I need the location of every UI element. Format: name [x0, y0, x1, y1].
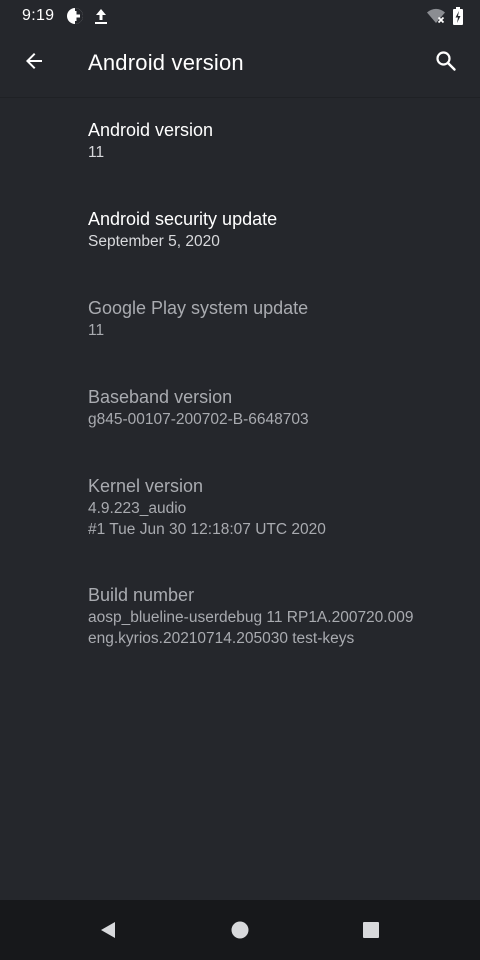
pref-summary: 11 [88, 144, 105, 161]
battery-charging-icon [452, 6, 464, 26]
back-triangle-icon [98, 920, 118, 940]
pref-summary: 11 [88, 322, 105, 339]
pref-android-version[interactable]: Android version 11 [88, 118, 468, 163]
pref-title: Baseband version [88, 387, 233, 407]
status-right-icons [426, 6, 464, 26]
pref-play-system-update: Google Play system update 11 [88, 296, 468, 341]
pref-title: Kernel version [88, 476, 204, 496]
back-button[interactable] [14, 41, 54, 81]
arrow-back-icon [22, 49, 46, 73]
data-saver-icon [66, 7, 84, 25]
status-left-icons [66, 7, 108, 25]
page-title: Android version [88, 50, 244, 75]
recents-square-icon [361, 920, 381, 940]
navigation-bar [0, 900, 480, 960]
pref-title: Build number [88, 585, 195, 605]
search-button[interactable] [426, 41, 466, 81]
pref-summary-line-2: eng.kyrios.20210714.205030 test-keys [88, 630, 355, 647]
screen: 9:19 Android version Android version 11 … [0, 0, 480, 960]
pref-kernel-version: Kernel version 4.9.223_audio #1 Tue Jun … [88, 474, 468, 540]
pref-baseband-version: Baseband version g845-00107-200702-B-664… [88, 385, 468, 430]
search-icon [434, 49, 458, 73]
status-bar: 9:19 [0, 0, 480, 32]
app-bar: Android version [0, 32, 480, 98]
pref-summary: September 5, 2020 [88, 233, 220, 250]
pref-summary-line-1: 4.9.223_audio [88, 500, 187, 517]
pref-summary: g845-00107-200702-B-6648703 [88, 411, 309, 428]
pref-security-update[interactable]: Android security update September 5, 202… [88, 207, 468, 252]
nav-back-button[interactable] [88, 910, 128, 950]
upload-icon [94, 7, 108, 25]
wifi-off-icon [426, 7, 446, 25]
nav-recents-button[interactable] [351, 910, 391, 950]
pref-title: Android security update [88, 209, 278, 229]
pref-title: Android version [88, 120, 214, 140]
nav-home-button[interactable] [220, 910, 260, 950]
pref-summary-line-1: aosp_blueline-userdebug 11 RP1A.200720.0… [88, 609, 414, 626]
pref-summary-line-2: #1 Tue Jun 30 12:18:07 UTC 2020 [88, 521, 326, 538]
status-time: 9:19 [22, 7, 55, 24]
home-circle-icon [230, 920, 250, 940]
pref-title: Google Play system update [88, 298, 309, 318]
pref-build-number[interactable]: Build number aosp_blueline-userdebug 11 … [88, 583, 468, 649]
